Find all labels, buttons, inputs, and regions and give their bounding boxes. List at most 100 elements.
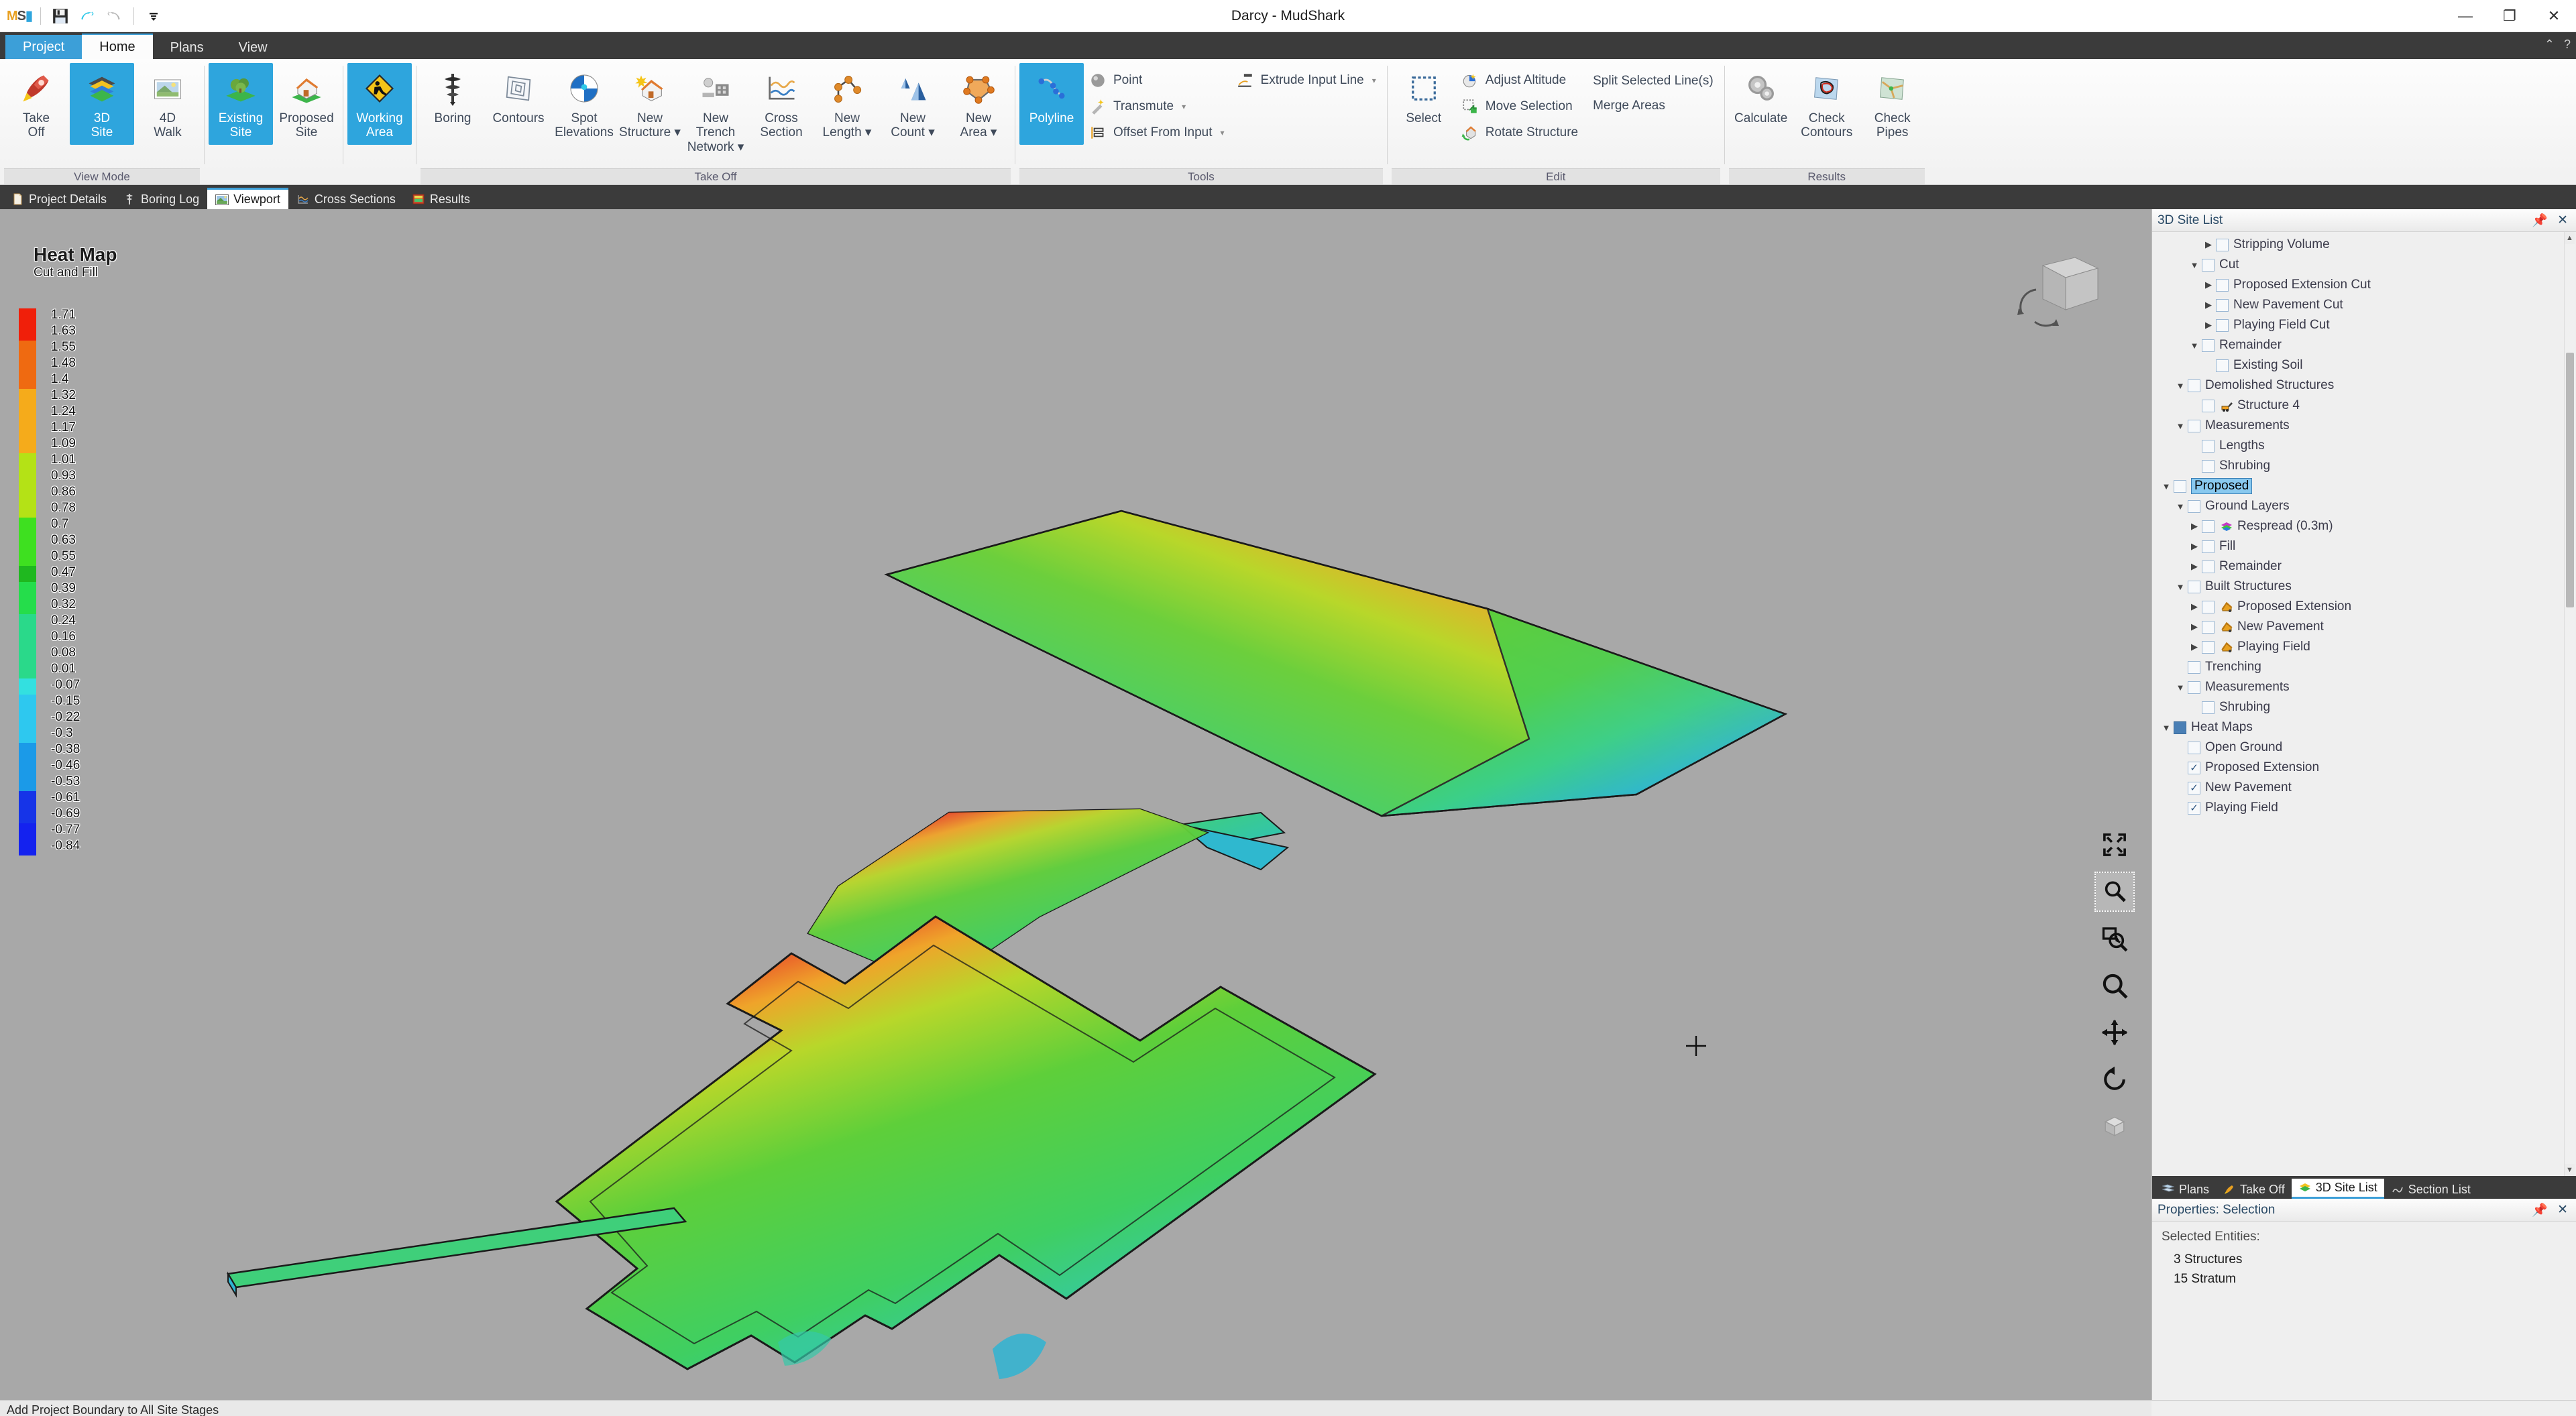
move-selection-button[interactable]: Move Selection: [1457, 95, 1585, 119]
tree-item[interactable]: ▼ Proposed: [2152, 476, 2576, 496]
tree-item-checkbox[interactable]: [2202, 339, 2215, 352]
tree-item[interactable]: ▼ Built Structures: [2152, 577, 2576, 597]
adjust-altitude-button[interactable]: Adjust Altitude: [1457, 68, 1585, 93]
offset-from-input-button[interactable]: Offset From Input ▾: [1085, 121, 1231, 145]
tree-item-checkbox[interactable]: [2202, 459, 2215, 473]
point-button[interactable]: Point: [1085, 68, 1231, 93]
zoom-previous-icon[interactable]: [2096, 920, 2133, 957]
tree-item[interactable]: ✓ Playing Field: [2152, 798, 2576, 818]
tree-item-checkbox[interactable]: [2216, 359, 2229, 372]
collapse-ribbon-icon[interactable]: ⌃: [2544, 38, 2555, 52]
view-cube[interactable]: [2008, 248, 2109, 335]
tree-item-checkbox[interactable]: [2202, 600, 2215, 613]
tree-item-checkbox[interactable]: [2202, 620, 2215, 634]
tree-item-checkbox[interactable]: [2174, 479, 2186, 493]
tree-item[interactable]: Structure 4: [2152, 396, 2576, 416]
tree-item-checkbox[interactable]: [2202, 520, 2215, 533]
tree-item-checkbox[interactable]: [2216, 278, 2229, 292]
chevron-down-icon-3[interactable]: ▾: [1372, 76, 1376, 85]
chevron-right-icon[interactable]: ▶: [2187, 541, 2202, 552]
tree-item-checkbox[interactable]: [2202, 439, 2215, 453]
tree-item-checkbox[interactable]: [2188, 580, 2200, 593]
tree-item[interactable]: ▶ Playing Field Cut: [2152, 315, 2576, 335]
tree-item[interactable]: ▶ Fill: [2152, 536, 2576, 556]
tree-item[interactable]: Shrubing: [2152, 697, 2576, 717]
rotate-structure-button[interactable]: Rotate Structure: [1457, 121, 1585, 145]
tree-item[interactable]: ▶ Proposed Extension: [2152, 597, 2576, 617]
close-icon-properties[interactable]: ✕: [2557, 1202, 2568, 1218]
save-icon[interactable]: [49, 5, 72, 27]
minimize-button[interactable]: —: [2443, 0, 2487, 32]
orbit-reset-icon[interactable]: [2096, 1061, 2133, 1098]
cube-view-icon[interactable]: [2096, 1108, 2133, 1145]
new-length-button[interactable]: New Length ▾: [815, 63, 879, 145]
tree-item-checkbox[interactable]: [2216, 298, 2229, 312]
chevron-down-icon[interactable]: ▾: [1182, 102, 1186, 111]
merge-areas-button[interactable]: Merge Areas: [1586, 95, 1720, 117]
chevron-right-icon[interactable]: ▶: [2201, 300, 2216, 310]
new-structure-button[interactable]: New Structure ▾: [618, 63, 682, 145]
tree-item[interactable]: Existing Soil: [2152, 355, 2576, 375]
tree-item[interactable]: ▶ New Pavement: [2152, 617, 2576, 637]
check-contours-button[interactable]: Check Contours: [1795, 63, 1859, 145]
pan-icon[interactable]: [2096, 1014, 2133, 1051]
ribbon-tab-project[interactable]: Project: [5, 35, 82, 59]
tree-item[interactable]: ▼ Measurements: [2152, 416, 2576, 436]
chevron-down-icon[interactable]: ▼: [2159, 723, 2174, 733]
extrude-input-line-button[interactable]: Extrude Input Line ▾: [1233, 68, 1383, 93]
doc-tab-results[interactable]: Results: [404, 189, 478, 209]
3d-site-button[interactable]: 3D Site: [70, 63, 134, 145]
tree-item-checkbox[interactable]: [2188, 741, 2200, 754]
close-button[interactable]: ✕: [2532, 0, 2576, 32]
chevron-right-icon[interactable]: ▶: [2187, 601, 2202, 612]
help-icon[interactable]: ?: [2564, 38, 2571, 52]
tree-item[interactable]: ▼ Measurements: [2152, 677, 2576, 697]
pin-icon-properties[interactable]: 📌: [2532, 1202, 2548, 1218]
new-trench-network-button[interactable]: New Trench Network ▾: [683, 63, 748, 154]
tree-item[interactable]: ▶ Remainder: [2152, 556, 2576, 577]
chevron-down-icon[interactable]: ▼: [2187, 341, 2202, 351]
tree-item-checkbox[interactable]: ✓: [2188, 801, 2200, 815]
tree-item[interactable]: ▼ Ground Layers: [2152, 496, 2576, 516]
tree-item[interactable]: ▶ New Pavement Cut: [2152, 295, 2576, 315]
tree-item[interactable]: ▶ Playing Field: [2152, 637, 2576, 657]
boring-button[interactable]: Boring: [421, 63, 485, 145]
tree-item-checkbox[interactable]: [2188, 419, 2200, 432]
new-count-button[interactable]: New Count ▾: [881, 63, 945, 145]
close-icon[interactable]: ✕: [2557, 213, 2568, 229]
tree-item-checkbox[interactable]: [2216, 318, 2229, 332]
scroll-thumb[interactable]: [2566, 353, 2574, 607]
doc-tab-cross-sections[interactable]: Cross Sections: [288, 189, 404, 209]
contours-button[interactable]: Contours: [486, 63, 551, 145]
cross-section-button[interactable]: Cross Section: [749, 63, 814, 145]
dock-tab-plans[interactable]: Plans: [2155, 1180, 2216, 1199]
tree-item-checkbox[interactable]: [2202, 560, 2215, 573]
dock-tab-3d-site-list[interactable]: 3D Site List: [2291, 1179, 2384, 1199]
tree-item-checkbox[interactable]: [2188, 681, 2200, 694]
existing-site-button[interactable]: Existing Site: [209, 63, 273, 145]
chevron-right-icon[interactable]: ▶: [2187, 521, 2202, 532]
chevron-right-icon[interactable]: ▶: [2187, 622, 2202, 632]
chevron-down-icon-2[interactable]: ▾: [1220, 128, 1224, 137]
3d-viewport[interactable]: Heat Map Cut and Fill 1.71 1.63 1.55 1.48 1.…: [0, 209, 2151, 1400]
dock-tab-section-list[interactable]: Section List: [2384, 1180, 2477, 1199]
calculate-button[interactable]: Calculate: [1729, 63, 1793, 145]
tree-item-checkbox[interactable]: [2202, 399, 2215, 412]
chevron-down-icon[interactable]: ▼: [2173, 683, 2188, 693]
chevron-right-icon[interactable]: ▶: [2187, 561, 2202, 572]
new-area-button[interactable]: New Area ▾: [946, 63, 1011, 145]
tree-item-checkbox[interactable]: [2188, 660, 2200, 674]
tree-item[interactable]: Lengths: [2152, 436, 2576, 456]
take-off-button[interactable]: Take Off: [4, 63, 68, 145]
tree-item-checkbox[interactable]: [2202, 701, 2215, 714]
tree-item-checkbox[interactable]: [2202, 640, 2215, 654]
chevron-right-icon[interactable]: ▶: [2187, 642, 2202, 652]
scroll-down-arrow[interactable]: ▼: [2565, 1164, 2575, 1176]
tree-item[interactable]: Shrubing: [2152, 456, 2576, 476]
tree-item-checkbox[interactable]: ✓: [2188, 761, 2200, 774]
tree-item[interactable]: ▼ Heat Maps: [2152, 717, 2576, 738]
zoom-extents-icon[interactable]: [2096, 826, 2133, 864]
proposed-site-button[interactable]: Proposed Site: [274, 63, 339, 145]
chevron-down-icon[interactable]: ▼: [2173, 582, 2188, 592]
select-button[interactable]: Select: [1392, 63, 1456, 145]
